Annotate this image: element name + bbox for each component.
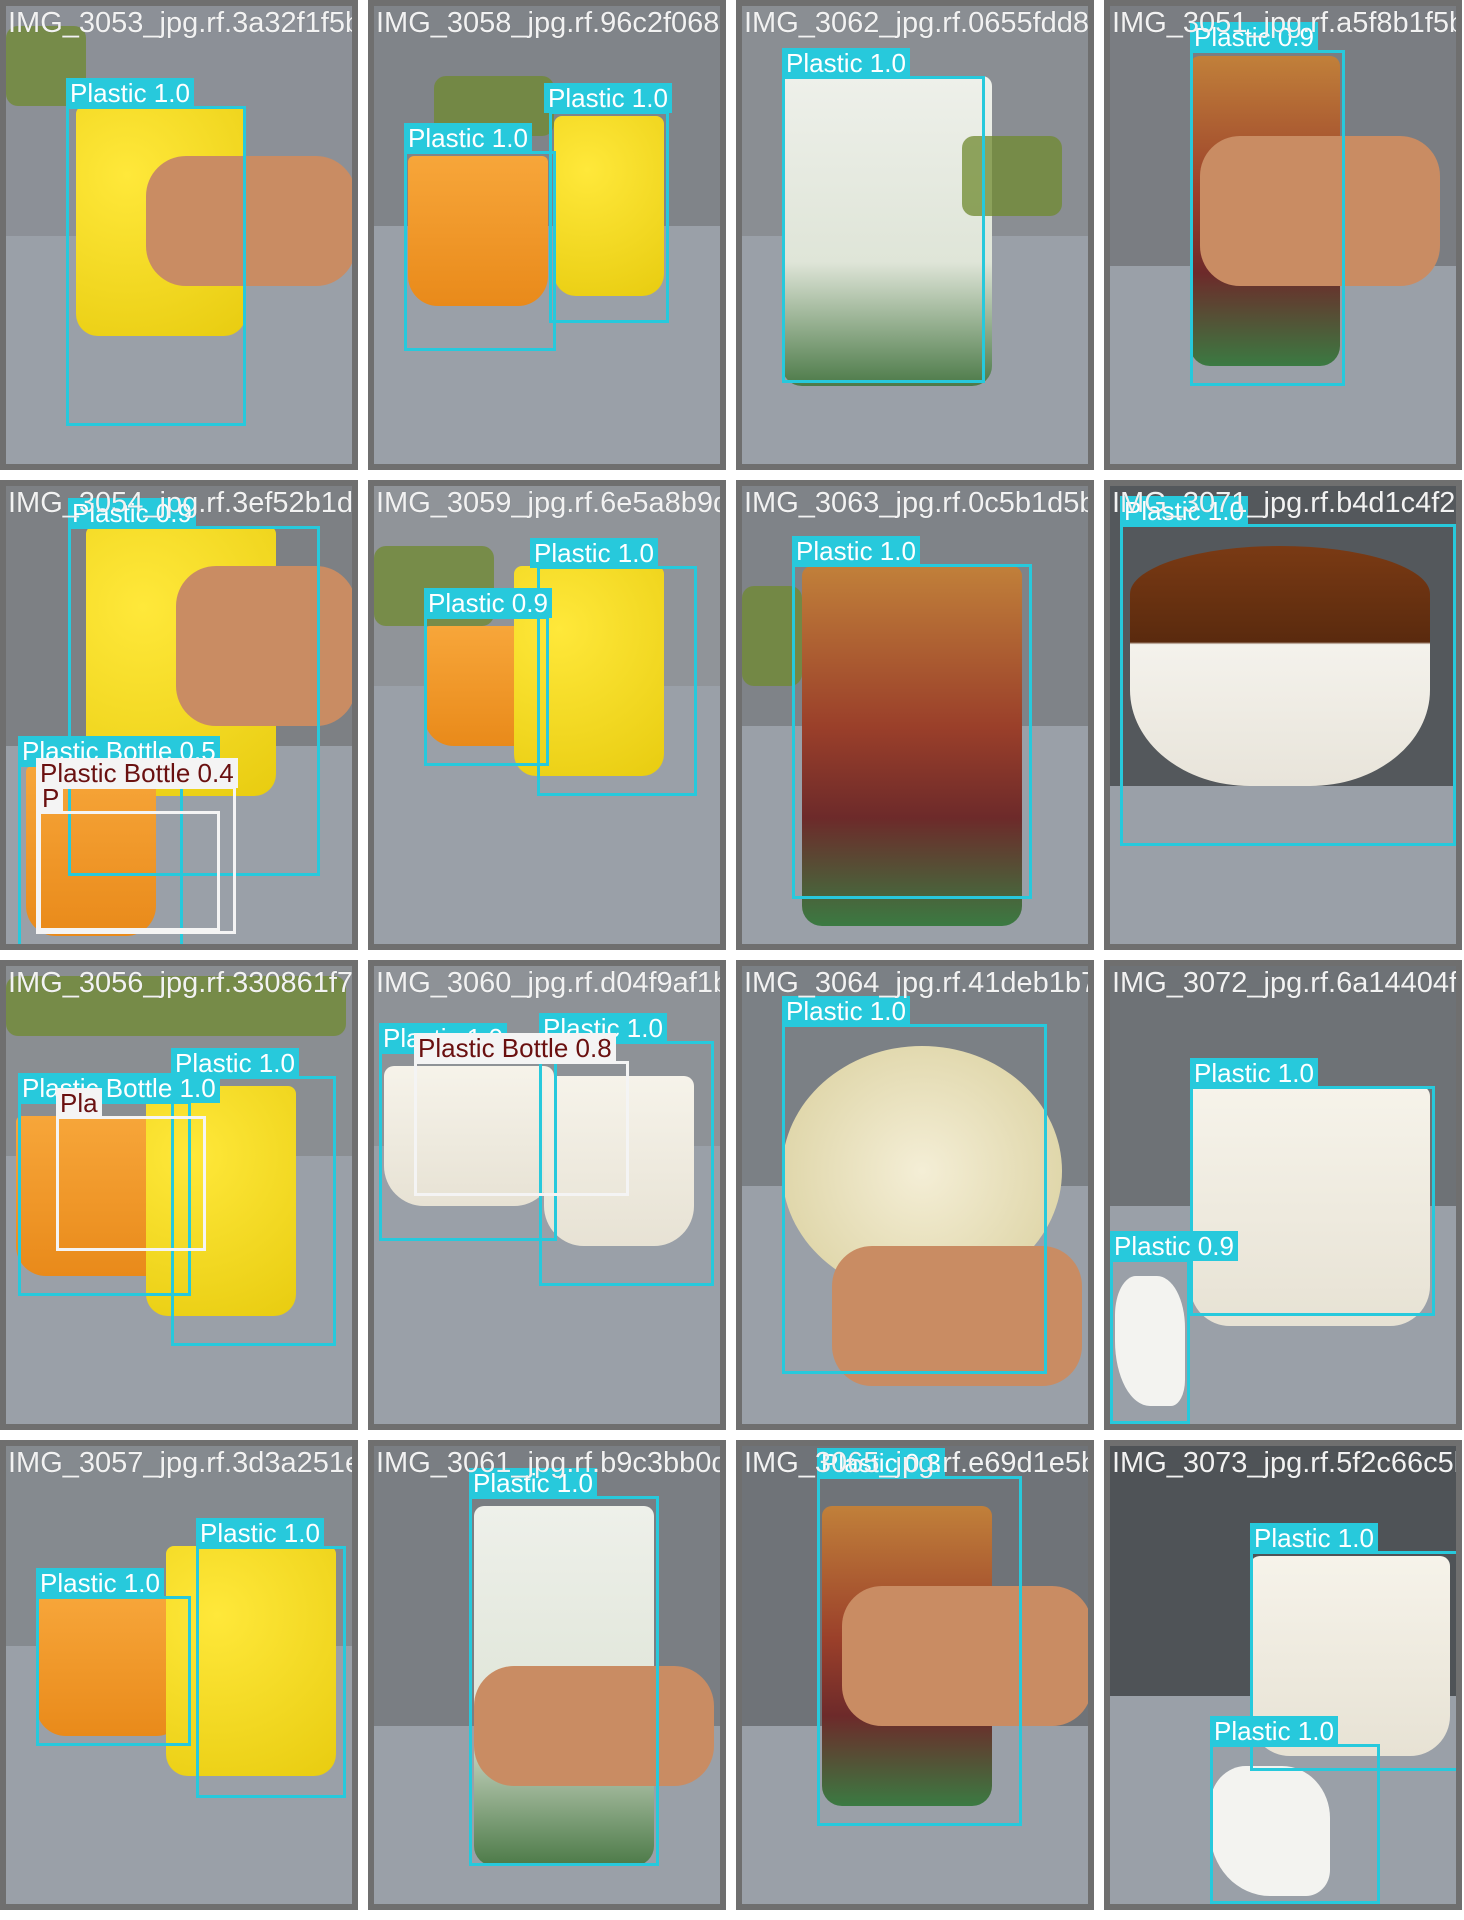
image-filename: IMG_3072_jpg.rf.6a14404f4f05f760f8 [1112, 967, 1456, 999]
result-tile[interactable]: Plastic 1.0 Plastic 1.0 IMG_3057_jpg.rf.3d… [0, 1440, 358, 1910]
photo: Plastic 0.9IMG_3051_jpg.rf.a5f8b1f5b7e [1110, 6, 1456, 464]
image-filename: IMG_3058_jpg.rf.96c2f068ab7a8b37685f6a1c… [376, 7, 720, 39]
bounding-box [66, 106, 246, 426]
bounding-box [414, 1061, 629, 1196]
image-filename: IMG_3060_jpg.rf.d04f9af1b32 [376, 967, 720, 999]
image-filename: IMG_3051_jpg.rf.a5f8b1f5b7e [1112, 7, 1456, 39]
detection-label: Plastic 1.0 [404, 123, 532, 153]
photo: Plastic 1.0 IMG_3063_jpg.rf.0c5b1d5b1d0 [742, 486, 1088, 944]
result-tile[interactable]: Plastic 1.0 Plastic 1.0 IMG_3058_jpg.rf.96… [368, 0, 726, 470]
image-filename: IMG_3057_jpg.rf.3d3a251e8b9c3bb0de7e69d1… [8, 1447, 352, 1479]
bounding-box [56, 1116, 206, 1251]
photo: Plastic 1.0 IMG_3053_jpg.rf.3a32f1f5b748f… [6, 6, 352, 464]
detection-label: Plastic 1.0 [782, 48, 910, 78]
detection-label: P [38, 783, 64, 813]
bounding-box [537, 566, 697, 796]
detection-label: Plastic 1.0 [530, 538, 658, 568]
detection-label: Plastic 1.0 [66, 78, 194, 108]
result-tile[interactable]: Plastic 0.9 Plastic Bottle 0.5 Plastic Bot… [0, 480, 358, 950]
photo: Plastic 1.0 Plastic 1.0 IMG_3073_jpg.rf.5f… [1110, 1446, 1456, 1904]
result-tile[interactable]: Plastic 0.3IMG_3065_jpg.rf.e69d1e5b61113 [736, 1440, 1094, 1910]
bounding-box [1190, 50, 1345, 386]
bounding-box [782, 76, 985, 383]
bounding-box [817, 1476, 1022, 1826]
detection-label: Plastic 1.0 [792, 536, 920, 566]
photo: Plastic 0.9 Plastic Bottle 0.5 Plastic Bot… [6, 486, 352, 944]
bounding-box [38, 811, 220, 931]
detection-label: Plastic 0.9 [424, 588, 552, 618]
detection-label: Plastic 1.0 [544, 83, 672, 113]
bounding-box [1190, 1086, 1435, 1316]
image-filename: IMG_3059_jpg.rf.6e5a8b9db0f0e7e1c6d [376, 487, 720, 519]
result-tile[interactable]: Plastic 1.0 IMG_3053_jpg.rf.3a32f1f5b748f… [0, 0, 358, 470]
detection-label: Plastic 1.0 [36, 1568, 164, 1598]
result-tile[interactable]: Plastic 1.0 IMG_3064_jpg.rf.41deb1b7 [736, 960, 1094, 1430]
bounding-box [196, 1546, 346, 1798]
image-filename: IMG_3056_jpg.rf.330861f7b5e9dd204f3f5f2d… [8, 967, 352, 999]
image-filename: IMG_3061_jpg.rf.b9c3bb0de7e [376, 1447, 720, 1479]
result-tile[interactable]: Plastic 1.0 IMG_3063_jpg.rf.0c5b1d5b1d0 [736, 480, 1094, 950]
result-tile[interactable]: Plastic 1.0IMG_3061_jpg.rf.b9c3bb0de7e [368, 1440, 726, 1910]
photo: Plastic 1.0Plastic 1.0Plastic Bottle 0.8… [374, 966, 720, 1424]
image-filename: IMG_3063_jpg.rf.0c5b1d5b1d0 [744, 487, 1088, 519]
bounding-box [782, 1024, 1047, 1374]
result-tile[interactable]: Plastic 1.0 Plastic 0.9 IMG_3072_jpg.rf.6a… [1104, 960, 1462, 1430]
result-tile[interactable]: Plastic 1.0 Plastic 0.9 IMG_3059_jpg.rf.6e… [368, 480, 726, 950]
result-tile[interactable]: Plastic 1.0IMG_3071_jpg.rf.b4d1c4f2650 [1104, 480, 1462, 950]
bounding-box [792, 564, 1032, 899]
image-filename: IMG_3065_jpg.rf.e69d1e5b61113 [744, 1447, 1088, 1479]
image-filename: IMG_3073_jpg.rf.5f2c66c5b7e [1112, 1447, 1456, 1479]
detection-label: Plastic 1.0 [1250, 1523, 1378, 1553]
photo: Plastic 1.0IMG_3071_jpg.rf.b4d1c4f2650 [1110, 486, 1456, 944]
image-filename: IMG_3062_jpg.rf.0655fdd809b61a [744, 7, 1088, 39]
detection-label: Plastic Bottle 1.0 [18, 1073, 220, 1103]
bounding-box [469, 1496, 659, 1866]
photo: Plastic 1.0 IMG_3062_jpg.rf.0655fdd809b61… [742, 6, 1088, 464]
photo: Plastic 1.0 IMG_3064_jpg.rf.41deb1b7 [742, 966, 1088, 1424]
detection-label: Pla [56, 1088, 102, 1118]
image-filename: IMG_3053_jpg.rf.3a32f1f5b748f3f6580e5f20… [8, 7, 352, 39]
photo: Plastic 1.0IMG_3061_jpg.rf.b9c3bb0de7e [374, 1446, 720, 1904]
photo: Plastic 1.0 Plastic 0.9 IMG_3072_jpg.rf.6a… [1110, 966, 1456, 1424]
result-tile[interactable]: Plastic 1.0 Plastic Bottle 1.0 Pla IMG_3056… [0, 960, 358, 1430]
detection-label: Plastic Bottle 0.8 [414, 1033, 616, 1063]
photo: Plastic 1.0 Plastic 1.0 IMG_3058_jpg.rf.96… [374, 6, 720, 464]
detection-label: Plastic Bottle 0.4 [36, 758, 238, 788]
bounding-box [424, 616, 549, 766]
photo: Plastic 0.3IMG_3065_jpg.rf.e69d1e5b61113 [742, 1446, 1088, 1904]
image-filename: IMG_3071_jpg.rf.b4d1c4f2650 [1112, 487, 1456, 519]
bounding-box [36, 1596, 191, 1746]
bounding-box [1120, 524, 1456, 846]
detection-results-grid: Plastic 1.0 IMG_3053_jpg.rf.3a32f1f5b748f… [0, 0, 1464, 1920]
bounding-box [549, 111, 669, 323]
photo: Plastic 1.0 Plastic Bottle 1.0 Pla IMG_3056… [6, 966, 352, 1424]
result-tile[interactable]: Plastic 1.0 IMG_3062_jpg.rf.0655fdd809b61… [736, 0, 1094, 470]
bounding-box [1210, 1744, 1380, 1904]
result-tile[interactable]: Plastic 0.9IMG_3051_jpg.rf.a5f8b1f5b7e [1104, 0, 1462, 470]
detection-label: Plastic 0.9 [1110, 1231, 1238, 1261]
bounding-box [404, 151, 556, 351]
image-filename: IMG_3064_jpg.rf.41deb1b7 [744, 967, 1088, 999]
detection-label: Plastic 1.0 [196, 1518, 324, 1548]
detection-label: Plastic 1.0 [782, 996, 910, 1026]
result-tile[interactable]: Plastic 1.0 Plastic 1.0 IMG_3073_jpg.rf.5f… [1104, 1440, 1462, 1910]
photo: Plastic 1.0 Plastic 0.9 IMG_3059_jpg.rf.6e… [374, 486, 720, 944]
image-filename: IMG_3054_jpg.rf.3ef52b1d4a63e8b0bc0f6b8e… [8, 487, 352, 519]
detection-label: Plastic 1.0 [1210, 1716, 1338, 1746]
detection-label: Plastic 1.0 [1190, 1058, 1318, 1088]
bounding-box [1110, 1259, 1190, 1424]
photo: Plastic 1.0 Plastic 1.0 IMG_3057_jpg.rf.3d… [6, 1446, 352, 1904]
result-tile[interactable]: Plastic 1.0Plastic 1.0Plastic Bottle 0.8… [368, 960, 726, 1430]
